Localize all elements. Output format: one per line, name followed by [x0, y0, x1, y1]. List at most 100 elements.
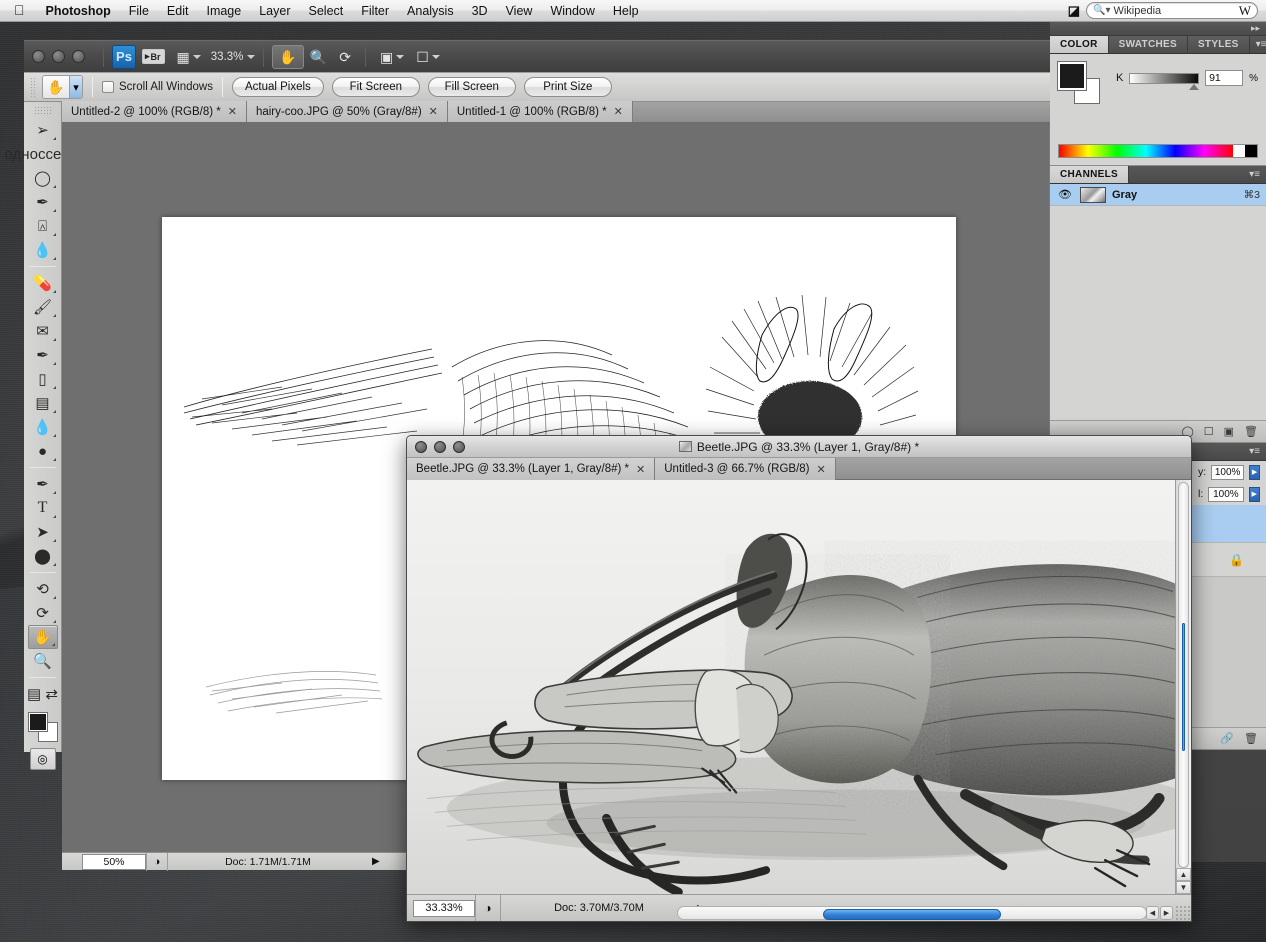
save-selection-as-channel-icon[interactable]: ☐ [1204, 425, 1214, 438]
view-extras-button[interactable]: ▦ [171, 45, 207, 69]
menu-item-view[interactable]: View [497, 0, 542, 22]
dodge-tool[interactable]: ● [28, 439, 58, 463]
document-info-icon[interactable]: ◑ [146, 853, 168, 871]
menu-item-analysis[interactable]: Analysis [398, 0, 463, 22]
window-traffic-lights[interactable] [32, 50, 95, 63]
quick-selection-tool[interactable]: ✒ [28, 190, 58, 214]
close-button[interactable] [32, 50, 45, 63]
zoom-chevron-down-icon[interactable] [247, 55, 255, 59]
apple-logo-icon[interactable]:  [0, 3, 37, 17]
document-tab-untitled-3[interactable]: Untitled-3 @ 66.7% (RGB/8) ✕ [655, 458, 835, 480]
tools-palette-grip[interactable] [34, 106, 51, 114]
close-icon[interactable]: ✕ [817, 463, 826, 476]
zoom-button[interactable] [72, 50, 85, 63]
channel-row-gray[interactable]: 👁 Gray ⌘3 [1050, 184, 1266, 206]
spectrum-white-swatch[interactable] [1233, 145, 1245, 157]
status-menu-arrow-icon[interactable]: ▶ [368, 856, 384, 867]
beetle-document-info-icon[interactable]: ◑ [475, 895, 501, 922]
options-bar-grip[interactable] [30, 77, 37, 97]
menu-item-layer[interactable]: Layer [250, 0, 299, 22]
lasso-tool[interactable]: ◯ [28, 166, 58, 190]
beetle-vertical-scrollbar[interactable]: ▲ ▼ [1175, 480, 1191, 894]
shape-tool[interactable]: ⬤ [28, 544, 58, 568]
delete-channel-icon[interactable]: 🗑 [1244, 425, 1258, 438]
zoom-tool-button[interactable]: 🔍 [304, 45, 333, 69]
menu-item-edit[interactable]: Edit [158, 0, 198, 22]
scroll-up-icon[interactable]: ▲ [1176, 868, 1191, 881]
vertical-scroll-thumb[interactable] [1182, 623, 1185, 751]
beetle-zoom-field[interactable]: 33.33% [413, 900, 475, 917]
blur-tool[interactable]: 💧 [28, 415, 58, 439]
opacity-input[interactable]: 100% [1211, 465, 1244, 480]
beetle-canvas-area[interactable] [407, 480, 1175, 894]
appbar-zoom-level[interactable]: 33.3% [207, 51, 248, 63]
menu-item-help[interactable]: Help [604, 0, 648, 22]
close-button[interactable] [415, 441, 427, 453]
dropbox-icon[interactable]: ◪ [1068, 3, 1080, 19]
tool-preset-chevron-down-icon[interactable]: ▾ [69, 76, 82, 98]
close-icon[interactable]: ✕ [228, 105, 237, 118]
spectrum-black-swatch[interactable] [1245, 145, 1257, 157]
screen-mode-button[interactable]: ☐ [410, 45, 446, 69]
close-icon[interactable]: ✕ [636, 463, 645, 476]
beetle-document-window[interactable]: Beetle.JPG @ 33.3% (Layer 1, Gray/8#) * … [406, 435, 1192, 922]
menu-item-select[interactable]: Select [300, 0, 353, 22]
print-size-button[interactable]: Print Size [524, 77, 612, 97]
color-panel-menu-icon[interactable]: ▾≡ [1250, 36, 1266, 53]
active-tool-preset-picker[interactable]: ✋ ▾ [42, 75, 83, 99]
minimize-button[interactable] [434, 441, 446, 453]
horizontal-scroll-buttons[interactable]: ◀ ▶ [1146, 906, 1173, 920]
menu-item-window[interactable]: Window [541, 0, 603, 22]
k-channel-slider[interactable] [1129, 73, 1199, 84]
resize-grip[interactable] [1175, 905, 1191, 921]
beetle-window-title-bar[interactable]: Beetle.JPG @ 33.3% (Layer 1, Gray/8#) * [407, 436, 1191, 458]
close-icon[interactable]: ✕ [429, 105, 438, 118]
color-spectrum-ramp[interactable] [1058, 144, 1258, 158]
history-brush-tool[interactable]: ✒ [28, 343, 58, 367]
hand-tool[interactable]: ✋ [28, 625, 58, 649]
layers-panel-menu-icon[interactable]: ▾≡ [1243, 446, 1266, 457]
document-tab-untitled-2[interactable]: Untitled-2 @ 100% (RGB/8) * ✕ [62, 101, 247, 122]
main-zoom-field[interactable]: 50% [82, 854, 146, 870]
path-selection-tool[interactable]: ➤ [28, 520, 58, 544]
brush-tool[interactable]: 🖌 [28, 295, 58, 319]
delete-layer-icon[interactable]: 🗑 [1244, 732, 1258, 745]
color-panel-swatches[interactable] [1058, 62, 1100, 104]
tab-swatches[interactable]: SWATCHES [1109, 36, 1188, 53]
menu-item-3d[interactable]: 3D [463, 0, 497, 22]
create-new-channel-icon[interactable]: ▣ [1224, 425, 1234, 438]
launch-bridge-button[interactable]: ▸Br [136, 45, 171, 69]
opacity-stepper-icon[interactable]: ▶ [1249, 465, 1260, 480]
fill-input[interactable]: 100% [1208, 487, 1243, 502]
document-tab-hairy-coo[interactable]: hairy-coo.JPG @ 50% (Gray/8#) ✕ [247, 101, 448, 122]
fill-screen-button[interactable]: Fill Screen [428, 77, 516, 97]
arrange-documents-button[interactable]: ▣ [374, 45, 410, 69]
eye-icon[interactable]: 👁 [1056, 188, 1074, 201]
link-layers-icon[interactable]: 🔗 [1220, 732, 1234, 745]
tab-color[interactable]: COLOR [1050, 36, 1109, 53]
eyedropper-tool[interactable]: 💧 [28, 238, 58, 262]
tab-channels[interactable]: CHANNELS [1050, 166, 1129, 183]
beetle-horizontal-scrollbar[interactable] [677, 905, 1147, 921]
3d-orbit-tool[interactable]: ⟳ [28, 601, 58, 625]
horizontal-scroll-trough[interactable] [677, 906, 1147, 920]
color-swatches[interactable] [28, 712, 58, 742]
foreground-color-swatch[interactable] [28, 712, 48, 732]
move-tool[interactable]: ➢ [28, 118, 58, 142]
minimize-button[interactable] [52, 50, 65, 63]
scroll-left-icon[interactable]: ◀ [1146, 906, 1159, 920]
spotlight-search-field[interactable]: 🔍▾ Wikipedia W [1086, 2, 1258, 19]
scroll-right-icon[interactable]: ▶ [1160, 906, 1173, 920]
actual-pixels-button[interactable]: Actual Pixels [232, 77, 324, 97]
zoom-tool[interactable]: 🔍 [28, 649, 58, 673]
menu-item-file[interactable]: File [120, 0, 158, 22]
quick-mask-icon[interactable]: ◎ [30, 748, 56, 770]
close-icon[interactable]: ✕ [614, 105, 623, 118]
pen-tool[interactable]: ✒ [28, 472, 58, 496]
menu-item-filter[interactable]: Filter [352, 0, 398, 22]
vertical-scroll-trough[interactable] [1178, 482, 1189, 868]
tab-styles[interactable]: STYLES [1188, 36, 1250, 53]
spot-healing-brush-tool[interactable]: 💊 [28, 271, 58, 295]
k-slider-thumb[interactable] [1189, 84, 1199, 90]
zoom-button[interactable] [453, 441, 465, 453]
